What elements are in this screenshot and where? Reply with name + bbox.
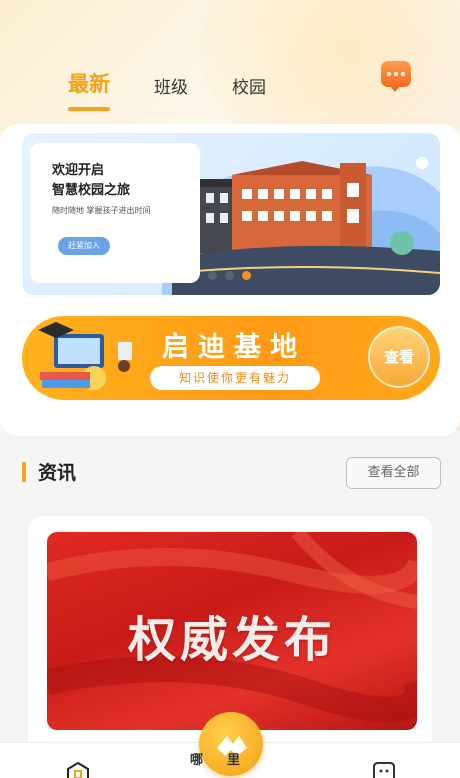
base-banner[interactable]: 启迪基地 知识使你更有魅力 查看 [22,316,440,400]
study-illustration [38,322,132,390]
banner-title-line1: 欢迎开启 [52,163,105,178]
banner-text-panel: 欢迎开启 智慧校园之旅 随时随地 掌握孩子进出时间 赶紧加入 [30,143,200,283]
chat-dot [401,72,405,76]
banner-subtitle: 随时随地 掌握孩子进出时间 [52,206,151,215]
home-icon[interactable] [66,762,90,778]
center-nav-label: 哪里 [190,753,265,768]
chat-dot [394,72,398,76]
carousel-dot-active[interactable] [242,271,251,280]
message-icon[interactable] [371,762,397,778]
chat-dot [387,72,391,76]
base-slogan: 知识使你更有魅力 [150,366,320,390]
section-accent-bar [22,461,26,482]
tab-latest[interactable]: 最新 [68,68,110,111]
carousel-dot[interactable] [208,271,217,280]
join-button[interactable]: 赶紧加入 [58,237,110,255]
section-title: 资讯 [38,462,77,484]
news-image-title: 权威发布 [127,612,336,668]
news-section-header: 资讯 [22,458,76,485]
news-image[interactable]: 权威发布 [47,532,417,730]
banner-title-line2: 智慧校园之旅 [52,183,131,198]
tab-campus[interactable]: 校园 [232,73,266,98]
tab-class[interactable]: 班级 [154,73,188,98]
welcome-banner[interactable]: 欢迎开启 智慧校园之旅 随时随地 掌握孩子进出时间 赶紧加入 [22,133,440,295]
base-title: 启迪基地 [162,332,306,363]
view-all-button[interactable]: 查看全部 [346,457,441,489]
carousel-dots [208,271,251,280]
top-tabs: 最新 班级 校园 [68,68,310,111]
chat-bubble-icon[interactable] [381,61,411,92]
base-view-button[interactable]: 查看 [368,326,430,388]
carousel-dot[interactable] [225,271,234,280]
